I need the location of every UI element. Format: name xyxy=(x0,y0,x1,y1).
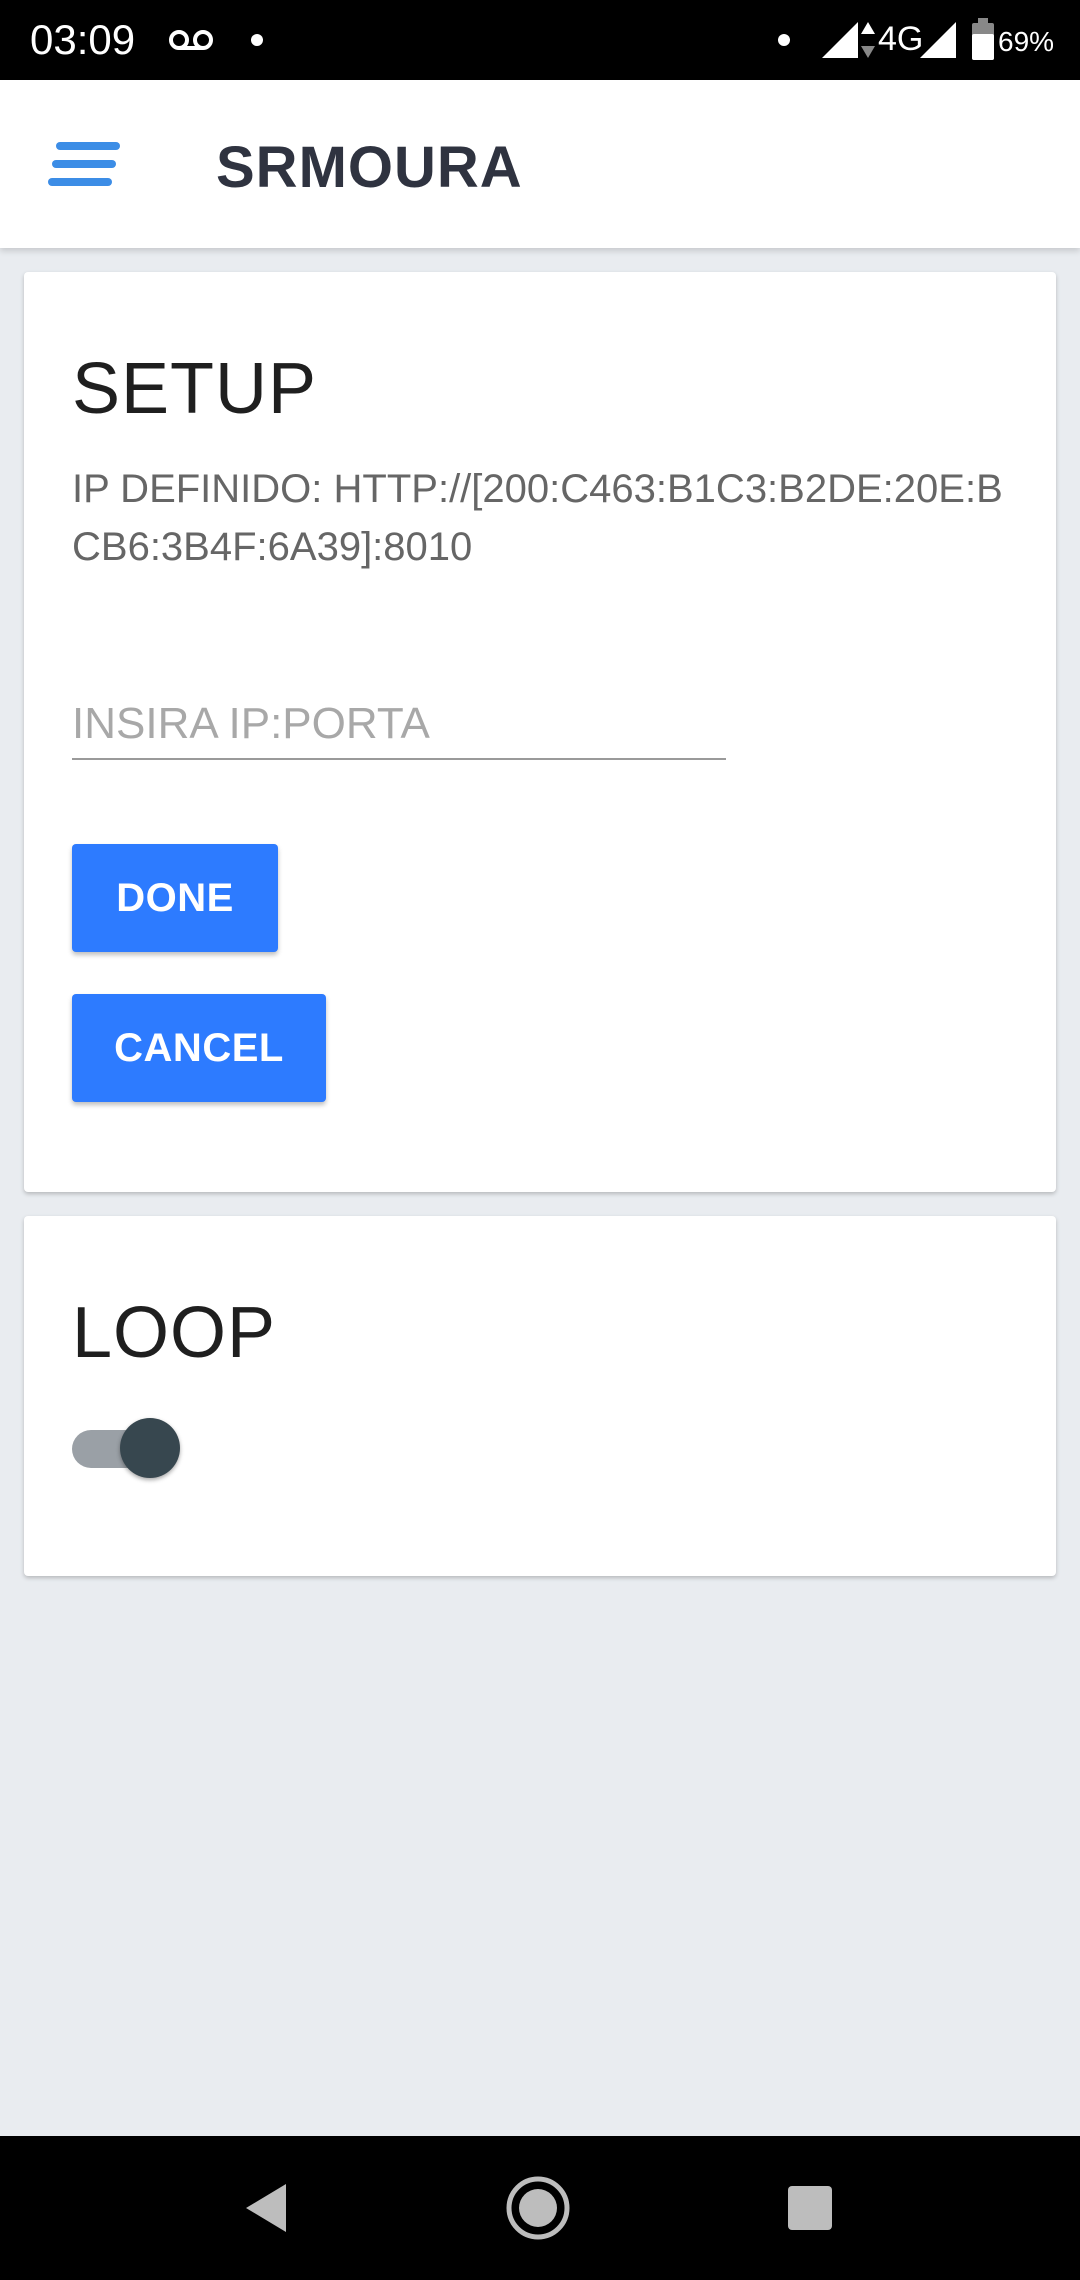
recents-icon[interactable] xyxy=(778,2176,842,2240)
signal-icon xyxy=(822,22,858,58)
notification-dot-icon xyxy=(251,34,263,46)
notification-dot-icon xyxy=(778,34,790,46)
battery-icon xyxy=(972,18,994,60)
setup-title: SETUP xyxy=(72,349,318,429)
back-icon[interactable] xyxy=(236,2176,300,2240)
setup-card: SETUP IP DEFINIDO: HTTP://[200:C463:B1C3… xyxy=(24,272,1056,1192)
cancel-button[interactable]: CANCEL xyxy=(72,994,326,1102)
done-button[interactable]: DONE xyxy=(72,844,278,952)
status-bar: 03:09 4G 69% xyxy=(0,0,1080,80)
status-time: 03:09 xyxy=(30,16,136,63)
data-arrows-icon xyxy=(861,22,875,58)
ip-port-input[interactable] xyxy=(72,690,726,760)
toggle-thumb xyxy=(120,1418,180,1478)
navigation-bar xyxy=(0,2136,1080,2280)
battery-percent: 69% xyxy=(998,26,1055,57)
ip-defined-text: IP DEFINIDO: HTTP://[200:C463:B1C3:B2DE:… xyxy=(72,467,1003,569)
app-title: SRMOURA xyxy=(216,135,523,200)
app-bar: SRMOURA xyxy=(0,80,1080,248)
hamburger-menu-icon[interactable] xyxy=(48,138,120,190)
network-type: 4G xyxy=(878,20,924,58)
loop-toggle[interactable] xyxy=(72,1416,184,1480)
loop-title: LOOP xyxy=(72,1293,277,1373)
signal-icon xyxy=(920,22,956,58)
loop-card: LOOP xyxy=(24,1216,1056,1576)
voicemail-icon xyxy=(169,30,213,50)
home-icon[interactable] xyxy=(506,2176,570,2240)
